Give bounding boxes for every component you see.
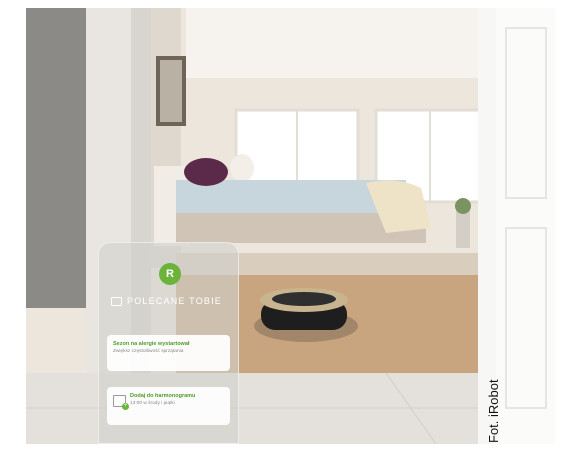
section-title: POLECANE TOBIE [127, 296, 222, 306]
list-icon [111, 296, 122, 306]
card-subtitle: Zwiększ częstotliwość sprzątania [113, 349, 184, 354]
card-title: Sezon na alergie wystartował [113, 341, 190, 347]
calendar-add-icon: + [113, 395, 129, 410]
card-subtitle: 13:00 w środy i piątki [130, 401, 175, 406]
section-header: POLECANE TOBIE [111, 296, 222, 306]
irobot-logo-icon: R [159, 263, 181, 285]
recommendation-card-allergy[interactable]: Sezon na alergie wystartował Zwiększ czę… [107, 335, 230, 371]
photo-credit: Fot. iRobot [486, 379, 501, 443]
card-title: Dodaj do harmonogramu [130, 393, 196, 399]
recommendation-card-schedule[interactable]: + Dodaj do harmonogramu 13:00 w środy i … [107, 387, 230, 425]
irobot-app-panel: R POLECANE TOBIE Sezon na alergie wystar… [98, 242, 239, 444]
bedroom-photo: R POLECANE TOBIE Sezon na alergie wystar… [26, 8, 555, 444]
